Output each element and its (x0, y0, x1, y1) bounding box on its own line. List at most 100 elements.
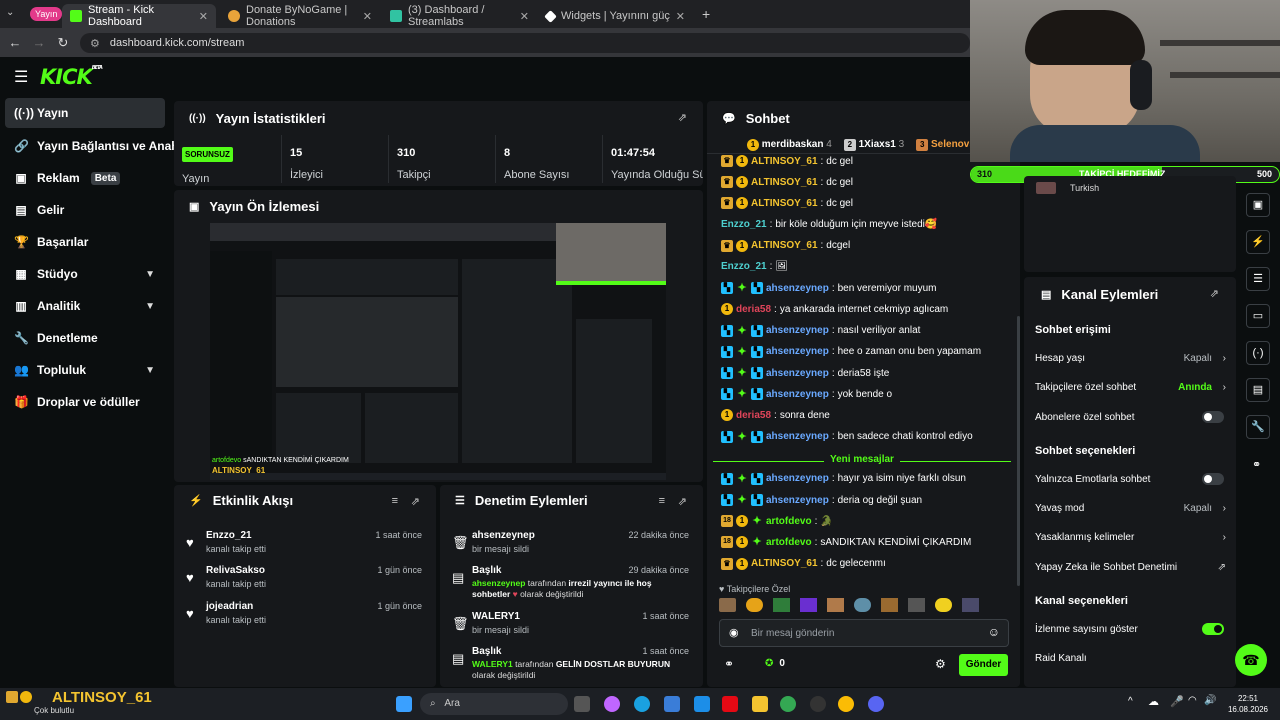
actions-icon[interactable]: ▤ (1246, 378, 1270, 402)
account-age-row[interactable]: Hesap yaşı Kapalı › (1035, 348, 1226, 368)
chat-settings-icon[interactable]: ◉ (729, 626, 739, 639)
close-tab-icon[interactable]: ✕ (676, 10, 685, 23)
event-user[interactable]: WALERY1 (472, 611, 520, 622)
emote[interactable] (962, 598, 979, 612)
close-tab-icon[interactable]: ✕ (363, 10, 372, 23)
sidebar-item-analitik[interactable]: ▥ Analitik ▼ (5, 291, 165, 321)
chat-username[interactable]: artofdevo (766, 516, 812, 527)
show-viewers-row[interactable]: İzlenme sayısını göster (1035, 619, 1226, 639)
store-icon[interactable] (664, 696, 680, 712)
tray-chevron-icon[interactable]: ^ (1128, 696, 1133, 707)
obs-icon[interactable] (810, 696, 826, 712)
emote[interactable] (746, 598, 763, 612)
chat-input[interactable]: ◉ Bir mesaj gönderin ☺ (719, 619, 1009, 647)
url-field[interactable]: ⚙ dashboard.kick.com/stream (80, 33, 970, 53)
discord-icon[interactable] (868, 696, 884, 712)
points-indicator[interactable]: ✪ 0 (765, 658, 785, 669)
wifi-icon[interactable]: ◠ (1188, 695, 1197, 706)
support-button[interactable]: ☎ (1235, 644, 1267, 676)
gift-icon[interactable]: ⚭ (724, 657, 734, 671)
chrome-alt-icon[interactable] (838, 696, 854, 712)
menu-icon[interactable]: ☰ (14, 67, 28, 87)
emoji-icon[interactable]: ☺ (988, 625, 1000, 639)
chat-username[interactable]: ahsenzeynep (766, 325, 829, 336)
sidebar-item-basarilar[interactable]: 🏆 Başarılar (5, 227, 165, 257)
banned-words-row[interactable]: Yasaklanmış kelimeler › (1035, 527, 1226, 547)
sidebar-item-reklam[interactable]: ▣ Reklam Beta (5, 163, 165, 193)
emote[interactable] (935, 598, 952, 612)
chat-username[interactable]: ALTINSOY_61 (751, 240, 818, 251)
mic-icon[interactable]: 🎤 (1170, 695, 1184, 708)
emote-only-row[interactable]: Yalnızca Emotlarla sohbet (1035, 469, 1226, 489)
event-user[interactable]: RelivaSakso (206, 565, 265, 576)
site-info-icon[interactable]: ⚙ (90, 37, 100, 50)
kick-logo[interactable]: KICKBETA (40, 65, 103, 89)
chat-username[interactable]: deria58 (736, 410, 771, 421)
chat-username[interactable]: ALTINSOY_61 (751, 558, 818, 569)
popout-icon[interactable]: ⇗ (1210, 287, 1219, 300)
event-user[interactable]: ahsenzeynep (472, 530, 535, 541)
taskbar-search[interactable]: ⌕ Ara (420, 693, 568, 715)
back-icon[interactable]: ← (3, 35, 27, 50)
chat-username[interactable]: Enzzo_21 (721, 261, 767, 272)
chat-username[interactable]: ahsenzeynep (766, 346, 829, 357)
followers-only-row[interactable]: Takipçilere özel sohbet Anında › (1035, 377, 1226, 397)
show-viewers-toggle[interactable] (1202, 623, 1224, 635)
broadcast-icon[interactable]: (·) (1246, 341, 1270, 365)
popout-icon[interactable]: ⇗ (678, 111, 687, 124)
edge-icon[interactable] (634, 696, 650, 712)
profile-badge[interactable]: Yayın (30, 7, 63, 21)
gifter-item[interactable]: 2 1Xiaxs1 3 (843, 139, 904, 151)
chat-username[interactable]: ALTINSOY_61 (751, 156, 818, 167)
subs-only-row[interactable]: Abonelere özel sohbet (1035, 407, 1226, 427)
sidebar-item-studyo[interactable]: ▦ Stüdyo ▼ (5, 259, 165, 289)
gifter-item[interactable]: 1 merdibaskan 4 (747, 139, 832, 151)
sidebar-item-gelir[interactable]: ▤ Gelir (5, 195, 165, 225)
chat-settings-gear-icon[interactable]: ⚙ (935, 657, 946, 671)
tab-search-icon[interactable]: ⌄ (6, 7, 14, 18)
chat-username[interactable]: ahsenzeynep (766, 368, 829, 379)
chat-username[interactable]: ahsenzeynep (766, 283, 829, 294)
filter-icon[interactable]: ≡ (392, 495, 398, 507)
sidebar-item-stream-key[interactable]: 🔗 Yayın Bağlantısı ve Anahtarı (5, 131, 175, 161)
volume-icon[interactable]: 🔊 (1204, 695, 1216, 706)
chat-username[interactable]: ahsenzeynep (766, 431, 829, 442)
emote[interactable] (854, 598, 871, 612)
popout-icon[interactable]: ⇗ (678, 495, 687, 508)
tab-donate[interactable]: Donate ByNoGame | Donations ✕ (220, 4, 380, 28)
netflix-icon[interactable] (722, 696, 738, 712)
list-icon[interactable]: ☰ (1246, 267, 1270, 291)
forward-icon[interactable]: → (27, 35, 51, 50)
chat-username[interactable]: deria58 (736, 304, 771, 315)
filter-icon[interactable]: ≡ (659, 495, 665, 507)
ai-moderation-row[interactable]: Yapay Zeka ile Sohbet Denetimi ⇗ (1035, 557, 1226, 577)
folder-icon[interactable] (752, 696, 768, 712)
event-user[interactable]: Enzzo_21 (206, 530, 252, 541)
sidebar-item-denetleme[interactable]: 🔧 Denetleme (5, 323, 165, 353)
emote[interactable] (827, 598, 844, 612)
send-button[interactable]: Gönder (959, 654, 1008, 676)
sidebar-item-yayin[interactable]: ((·)) Yayın (5, 98, 165, 128)
chat-scrollbar[interactable] (1017, 316, 1020, 586)
wrench-icon[interactable]: 🔧 (1246, 415, 1270, 439)
chat-username[interactable]: artofdevo (766, 537, 812, 548)
slow-mode-row[interactable]: Yavaş mod Kapalı › (1035, 498, 1226, 518)
copilot-icon[interactable] (604, 696, 620, 712)
file-explorer-icon[interactable] (574, 696, 590, 712)
sidebar-item-topluluk[interactable]: 👥 Topluluk ▼ (5, 355, 165, 385)
stream-preview-video[interactable]: artofdevo sANDIKTAN KENDİMİ ÇIKARDIM ALT… (210, 223, 666, 480)
subs-only-toggle[interactable] (1202, 411, 1224, 423)
raid-channel-row[interactable]: Raid Kanalı (1035, 648, 1226, 668)
cloud-icon[interactable]: ☁ (1148, 695, 1159, 708)
chat-username[interactable]: ahsenzeynep (766, 495, 829, 506)
chat-icon[interactable]: ▭ (1246, 304, 1270, 328)
sidebar-item-droplar[interactable]: 🎁 Droplar ve ödüller (5, 387, 165, 417)
chat-username[interactable]: ALTINSOY_61 (751, 177, 818, 188)
chat-username[interactable]: Enzzo_21 (721, 219, 767, 230)
popout-icon[interactable]: ⇗ (411, 495, 420, 508)
clock[interactable]: 22:51 16.08.2026 (1222, 693, 1274, 715)
windows-start-icon[interactable] (396, 696, 412, 712)
emote-only-toggle[interactable] (1202, 473, 1224, 485)
tab-kick-dashboard[interactable]: Stream - Kick Dashboard ✕ (62, 4, 216, 28)
chrome-icon[interactable] (780, 696, 796, 712)
